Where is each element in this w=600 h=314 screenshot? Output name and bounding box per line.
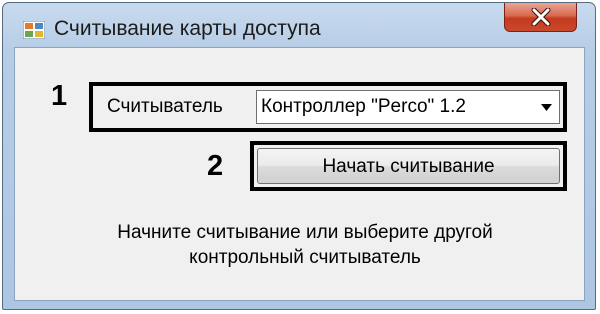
hint-line-2: контрольный считыватель	[189, 247, 421, 268]
app-window-icon	[23, 21, 45, 39]
window-title: Считывание карты доступа	[54, 17, 321, 40]
hint-line-1: Начните считывание или выберите другой	[117, 222, 493, 243]
hint-text: Начните считывание или выберите другой к…	[55, 220, 555, 270]
dialog-content: 1 Считыватель Контроллер "Perco" 1.2 2 Н…	[14, 47, 585, 301]
reader-selected-value: Контроллер "Perco" 1.2	[261, 96, 466, 117]
dialog-window: Считывание карты доступа 1 Считыватель К…	[2, 2, 596, 310]
title-bar[interactable]: Считывание карты доступа	[3, 3, 595, 47]
step-marker-1: 1	[51, 80, 68, 112]
chevron-down-icon[interactable]	[541, 104, 552, 111]
step-marker-2: 2	[207, 150, 224, 182]
reader-row-highlight: Считыватель Контроллер "Perco" 1.2	[89, 82, 567, 132]
reader-label: Считыватель	[107, 96, 223, 117]
reader-dropdown[interactable]: Контроллер "Perco" 1.2	[256, 90, 560, 124]
close-button[interactable]	[504, 3, 577, 32]
start-reading-label: Начать считывание	[322, 156, 495, 177]
start-button-highlight: Начать считывание	[250, 141, 567, 191]
start-reading-button[interactable]: Начать считывание	[257, 148, 560, 184]
close-icon	[531, 8, 551, 26]
